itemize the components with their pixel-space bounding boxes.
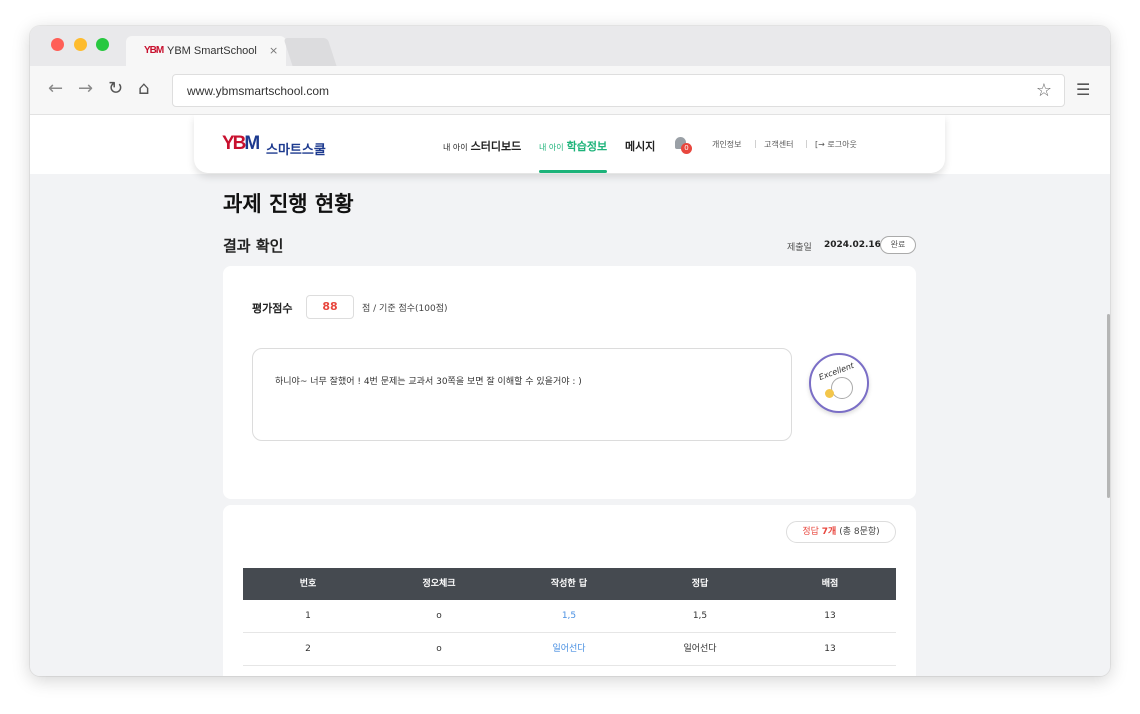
correct-count-badge: 정답 7개 (총 8문항) — [786, 521, 896, 543]
header-number: 번호 — [299, 579, 317, 589]
score-label: 평가점수 — [252, 302, 293, 315]
url-text[interactable]: www.ybmsmartschool.com — [187, 84, 329, 98]
cell-number: 2 — [305, 644, 311, 654]
maximize-window-button[interactable] — [96, 38, 109, 51]
reload-icon[interactable]: ↻ — [108, 79, 123, 99]
header-correct-answer: 정답 — [691, 579, 709, 589]
page-content: YBM 스마트스쿨 내 아이 스터디보드 내 아이 학습정보 메시지 0 개인정보 … — [30, 115, 1110, 676]
nav-messages[interactable]: 메시지 — [625, 138, 655, 154]
back-arrow-icon[interactable]: ← — [48, 79, 63, 99]
close-window-button[interactable] — [51, 38, 64, 51]
ybm-favicon-icon: YBM — [144, 45, 164, 56]
cell-points: 13 — [824, 611, 836, 621]
table-header: 번호 정오체크 작성한 답 정답 배점 — [243, 568, 896, 600]
nav-learning-info[interactable]: 내 아이 학습정보 — [539, 138, 607, 154]
answers-card: 정답 7개 (총 8문항) 번호 정오체크 작성한 답 정답 배점 1 o 1,… — [223, 505, 916, 676]
feedback-box: 하니야~ 너무 잘했어 ! 4번 문제는 교과서 30쪽을 보면 잘 이해할 수… — [252, 348, 792, 441]
page-title: 과제 진행 현황 — [223, 192, 354, 216]
table-row: 1 o 1,5 1,5 13 — [243, 600, 896, 633]
notification-badge: 0 — [681, 143, 692, 154]
page-scrollbar[interactable] — [1107, 314, 1110, 498]
section-title: 결과 확인 — [223, 237, 284, 255]
header-written-answer: 작성한 답 — [550, 579, 588, 589]
new-tab-button[interactable] — [283, 38, 337, 66]
browser-toolbar: ← → ↻ ⌂ www.ybmsmartschool.com ☆ ☰ — [30, 66, 1110, 115]
site-header: YBM 스마트스쿨 내 아이 스터디보드 내 아이 학습정보 메시지 0 개인정보 … — [194, 115, 945, 173]
submit-date: 2024.02.16 — [824, 240, 881, 250]
sticker-accent — [825, 389, 834, 398]
score-note: 점 / 기준 점수(100점) — [362, 304, 448, 314]
cell-correct-answer: 1,5 — [692, 611, 708, 621]
submit-date-label: 제출일 — [787, 243, 812, 253]
cell-correct-answer: 일어선다 — [683, 644, 717, 654]
util-separator: | — [754, 139, 757, 148]
hamburger-menu-icon[interactable]: ☰ — [1076, 80, 1090, 99]
util-separator: | — [805, 139, 808, 148]
cell-check: o — [436, 611, 442, 621]
address-bar[interactable]: www.ybmsmartschool.com ☆ — [172, 74, 1065, 107]
notification-bell-icon[interactable]: 0 — [674, 137, 692, 154]
tab-title: YBM SmartSchool — [167, 45, 257, 57]
cell-check: o — [436, 644, 442, 654]
bear-face-icon — [831, 377, 853, 399]
browser-tab[interactable]: YBM YBM SmartSchool × — [126, 36, 286, 66]
score-value: 88 — [306, 295, 354, 319]
logout-link[interactable]: [→ 로그아웃 — [815, 139, 857, 150]
home-icon[interactable]: ⌂ — [138, 79, 149, 99]
profile-link[interactable]: 개인정보 — [712, 139, 741, 150]
cell-points: 13 — [824, 644, 836, 654]
cell-written-answer[interactable]: 일어선다 — [504, 633, 634, 666]
logo-text: 스마트스쿨 — [266, 143, 326, 158]
browser-window: YBM YBM SmartSchool × ← → ↻ ⌂ www.ybmsma… — [30, 26, 1110, 676]
bookmark-star-icon[interactable]: ☆ — [1036, 80, 1052, 101]
minimize-window-button[interactable] — [74, 38, 87, 51]
table-row: 2 o 일어선다 일어선다 13 — [243, 633, 896, 666]
score-card: 평가점수 88 점 / 기준 점수(100점) 하니야~ 너무 잘했어 ! 4번… — [223, 266, 916, 499]
logout-icon: [→ — [815, 140, 825, 149]
tab-close-icon[interactable]: × — [269, 44, 278, 57]
title-bar: YBM YBM SmartSchool × — [30, 26, 1110, 66]
forward-arrow-icon[interactable]: → — [78, 79, 93, 99]
cell-written-answer[interactable]: 1,5 — [504, 600, 634, 633]
header-check: 정오체크 — [422, 579, 456, 589]
support-link[interactable]: 고객센터 — [764, 139, 793, 150]
status-badge: 완료 — [880, 236, 916, 254]
active-nav-underline — [539, 170, 607, 173]
cell-number: 1 — [305, 611, 311, 621]
feedback-text: 하니야~ 너무 잘했어 ! 4번 문제는 교과서 30쪽을 보면 잘 이해할 수… — [275, 377, 582, 387]
logo-mark: YBM — [222, 133, 260, 154]
header-points: 배점 — [821, 579, 839, 589]
excellent-sticker-icon: Excellent — [809, 353, 869, 413]
nav-study-board[interactable]: 내 아이 스터디보드 — [443, 138, 521, 154]
